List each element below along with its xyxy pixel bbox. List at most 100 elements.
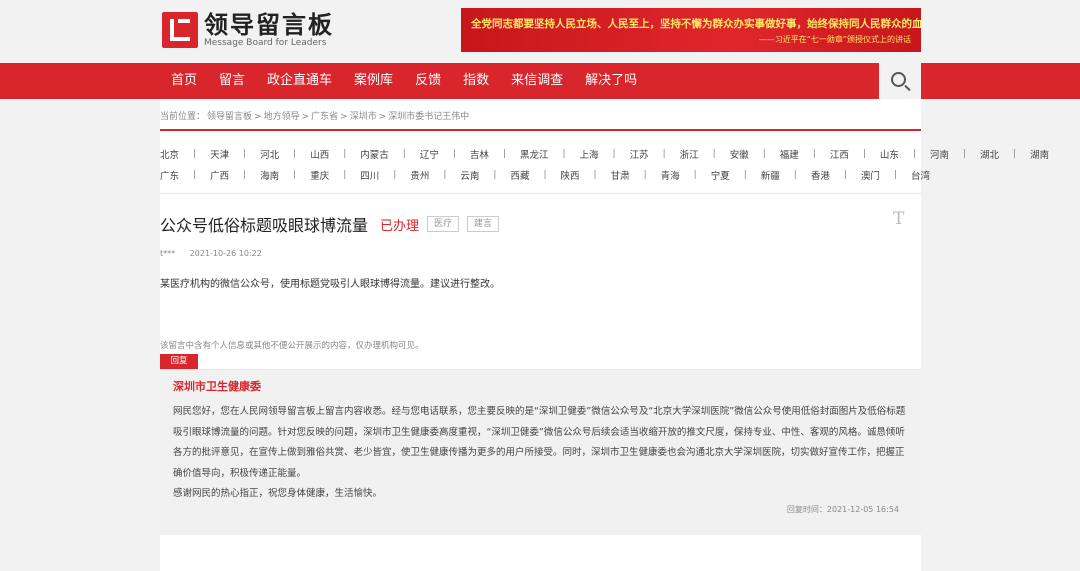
font-size-toggle-icon[interactable]: T: [893, 209, 904, 229]
main-nav: 首页 留言 政企直通车 案例库 反馈 指数 来信调查 解决了吗: [0, 63, 1080, 99]
region-separator: |: [962, 148, 966, 159]
search-icon: [890, 71, 906, 87]
region-separator: |: [593, 169, 597, 180]
message-title: 公众号低俗标题吸眼球博流量: [160, 216, 369, 235]
main-content: 当前位置： 领导留言板 > 地方领导 > 广东省 > 深圳市 > 深圳市委书记王伟中 北京 | 天津 |…: [160, 99, 1049, 571]
nav-items: 首页 留言 政企直通车 案例库 反馈 指数 来信调查 解决了吗: [160, 63, 648, 99]
region-separator: |: [452, 148, 456, 159]
region-separator: |: [612, 148, 616, 159]
nav-item[interactable]: 留言: [208, 63, 256, 99]
region-link[interactable]: 江西: [830, 147, 849, 161]
status-badge: 已办理: [380, 218, 420, 234]
breadcrumb-link[interactable]: 领导留言板: [207, 112, 252, 122]
tag-suggestion[interactable]: 建言: [467, 216, 500, 232]
breadcrumb-link[interactable]: 广东省: [311, 112, 338, 122]
region-link[interactable]: 香港: [811, 168, 830, 182]
message-meta: t*** 2021-10-26 10:22: [160, 249, 262, 258]
banner-quote: 全党同志都要坚持人民立场、人民至上，坚持不懈为群众办实事做好事，始终保持同人民群…: [471, 18, 921, 30]
region-separator: |: [402, 148, 406, 159]
search-button[interactable]: [879, 63, 921, 99]
breadcrumb-link[interactable]: 深圳市: [350, 112, 377, 122]
privacy-note: 该留言中含有个人信息或其他不便公开展示的内容，仅办理机构可见。: [160, 341, 424, 351]
region-link[interactable]: 甘肃: [611, 168, 630, 182]
breadcrumb-separator: >: [340, 112, 348, 122]
region-separator: |: [393, 169, 397, 180]
region-link[interactable]: 陕西: [561, 168, 580, 182]
region-divider: [160, 193, 921, 194]
region-link[interactable]: 四川: [360, 168, 379, 182]
region-separator: |: [793, 169, 797, 180]
region-link[interactable]: 广东: [160, 168, 179, 182]
region-separator: |: [1013, 148, 1017, 159]
region-link[interactable]: 天津: [210, 147, 229, 161]
region-link[interactable]: 江苏: [630, 147, 649, 161]
nav-item[interactable]: 案例库: [343, 63, 404, 99]
region-separator: |: [762, 148, 766, 159]
region-link[interactable]: 海南: [260, 168, 279, 182]
region-link[interactable]: 山西: [310, 147, 329, 161]
reply-time-value: 2021-12-05 16:54: [826, 505, 899, 514]
nav-item[interactable]: 来信调查: [500, 63, 574, 99]
region-link[interactable]: 安徽: [730, 147, 749, 161]
nav-item[interactable]: 首页: [160, 63, 208, 99]
region-link[interactable]: 黑龙江: [520, 147, 549, 161]
region-separator: |: [243, 148, 247, 159]
region-link[interactable]: 新疆: [761, 168, 780, 182]
region-link[interactable]: 云南: [460, 168, 479, 182]
region-link[interactable]: 北京: [160, 147, 179, 161]
region-separator: |: [893, 169, 897, 180]
region-link[interactable]: 西藏: [510, 168, 529, 182]
region-separator: |: [443, 169, 447, 180]
region-link[interactable]: 内蒙古: [360, 147, 389, 161]
region-link[interactable]: 河南: [930, 147, 949, 161]
breadcrumb-link[interactable]: 深圳市委书记王伟中: [388, 112, 469, 122]
logo-text: 领导留言板 Message Board for Leaders: [204, 12, 334, 49]
region-separator: |: [293, 169, 297, 180]
reply-paragraph: 网民您好，您在人民网领导留言板上留言内容收悉。经与您电话联系，您主要反映的是“深…: [173, 406, 906, 479]
breadcrumb-link[interactable]: 地方领导: [264, 112, 300, 122]
region-separator: |: [843, 169, 847, 180]
region-separator: |: [862, 148, 866, 159]
region-link[interactable]: 吉林: [470, 147, 489, 161]
region-separator: |: [562, 148, 566, 159]
region-separator: |: [543, 169, 547, 180]
region-link[interactable]: 湖北: [980, 147, 999, 161]
reply-body: 网民您好，您在人民网领导留言板上留言内容收悉。经与您电话联系，您主要反映的是“深…: [173, 402, 908, 505]
region-link[interactable]: 山东: [880, 147, 899, 161]
region-separator: |: [243, 169, 247, 180]
region-separator: |: [343, 148, 347, 159]
region-link[interactable]: 台湾: [911, 168, 930, 182]
reply-organization: 深圳市卫生健康委: [173, 380, 261, 393]
region-separator: |: [293, 148, 297, 159]
region-link[interactable]: 浙江: [680, 147, 699, 161]
tag-medical[interactable]: 医疗: [427, 216, 460, 232]
region-separator: |: [493, 169, 497, 180]
quote-banner[interactable]: 全党同志都要坚持人民立场、人民至上，坚持不懈为群众办实事做好事，始终保持同人民群…: [461, 8, 921, 52]
logo-title: 领导留言板: [204, 10, 334, 39]
region-row: 广东 | 广西 | 海南 | 重庆 | 四川 | 贵州 | 云南 | 西藏 | 陕西 | 甘肃 | 青海 | 宁夏 | 新疆 | 香…: [160, 164, 930, 185]
region-link[interactable]: 澳门: [861, 168, 880, 182]
region-selector: 北京 | 天津 | 河北 | 山西 | 内蒙古 | 辽宁 | 吉林 | 黑龙江 | 上海 | 江苏 | 浙江 | 安徽 | 福建…: [160, 143, 1049, 185]
region-row: 北京 | 天津 | 河北 | 山西 | 内蒙古 | 辽宁 | 吉林 | 黑龙江 | 上海 | 江苏 | 浙江 | 安徽 | 福建…: [160, 143, 1049, 164]
region-separator: |: [693, 169, 697, 180]
region-link[interactable]: 湖南: [1030, 147, 1049, 161]
region-link[interactable]: 广西: [210, 168, 229, 182]
message-title-row: 公众号低俗标题吸眼球博流量 已办理 医疗 建言: [160, 212, 500, 236]
nav-item[interactable]: 解决了吗: [574, 63, 648, 99]
region-link[interactable]: 河北: [260, 147, 279, 161]
region-link[interactable]: 贵州: [410, 168, 429, 182]
region-link[interactable]: 青海: [661, 168, 680, 182]
nav-item[interactable]: 政企直通车: [256, 63, 343, 99]
site-logo[interactable]: 领导留言板 Message Board for Leaders: [162, 11, 334, 49]
region-link[interactable]: 福建: [780, 147, 799, 161]
nav-item[interactable]: 指数: [452, 63, 500, 99]
region-link[interactable]: 重庆: [310, 168, 329, 182]
reply-paragraph: 感谢网民的热心指正，祝您身体健康，生活愉快。: [173, 488, 383, 499]
region-link[interactable]: 辽宁: [420, 147, 439, 161]
reply-time-label: 回复时间：: [786, 505, 827, 514]
region-link[interactable]: 宁夏: [711, 168, 730, 182]
message-date: 2021-10-26 10:22: [189, 249, 262, 258]
logo-mark-icon: [162, 12, 198, 48]
region-link[interactable]: 上海: [580, 147, 599, 161]
nav-item[interactable]: 反馈: [404, 63, 452, 99]
